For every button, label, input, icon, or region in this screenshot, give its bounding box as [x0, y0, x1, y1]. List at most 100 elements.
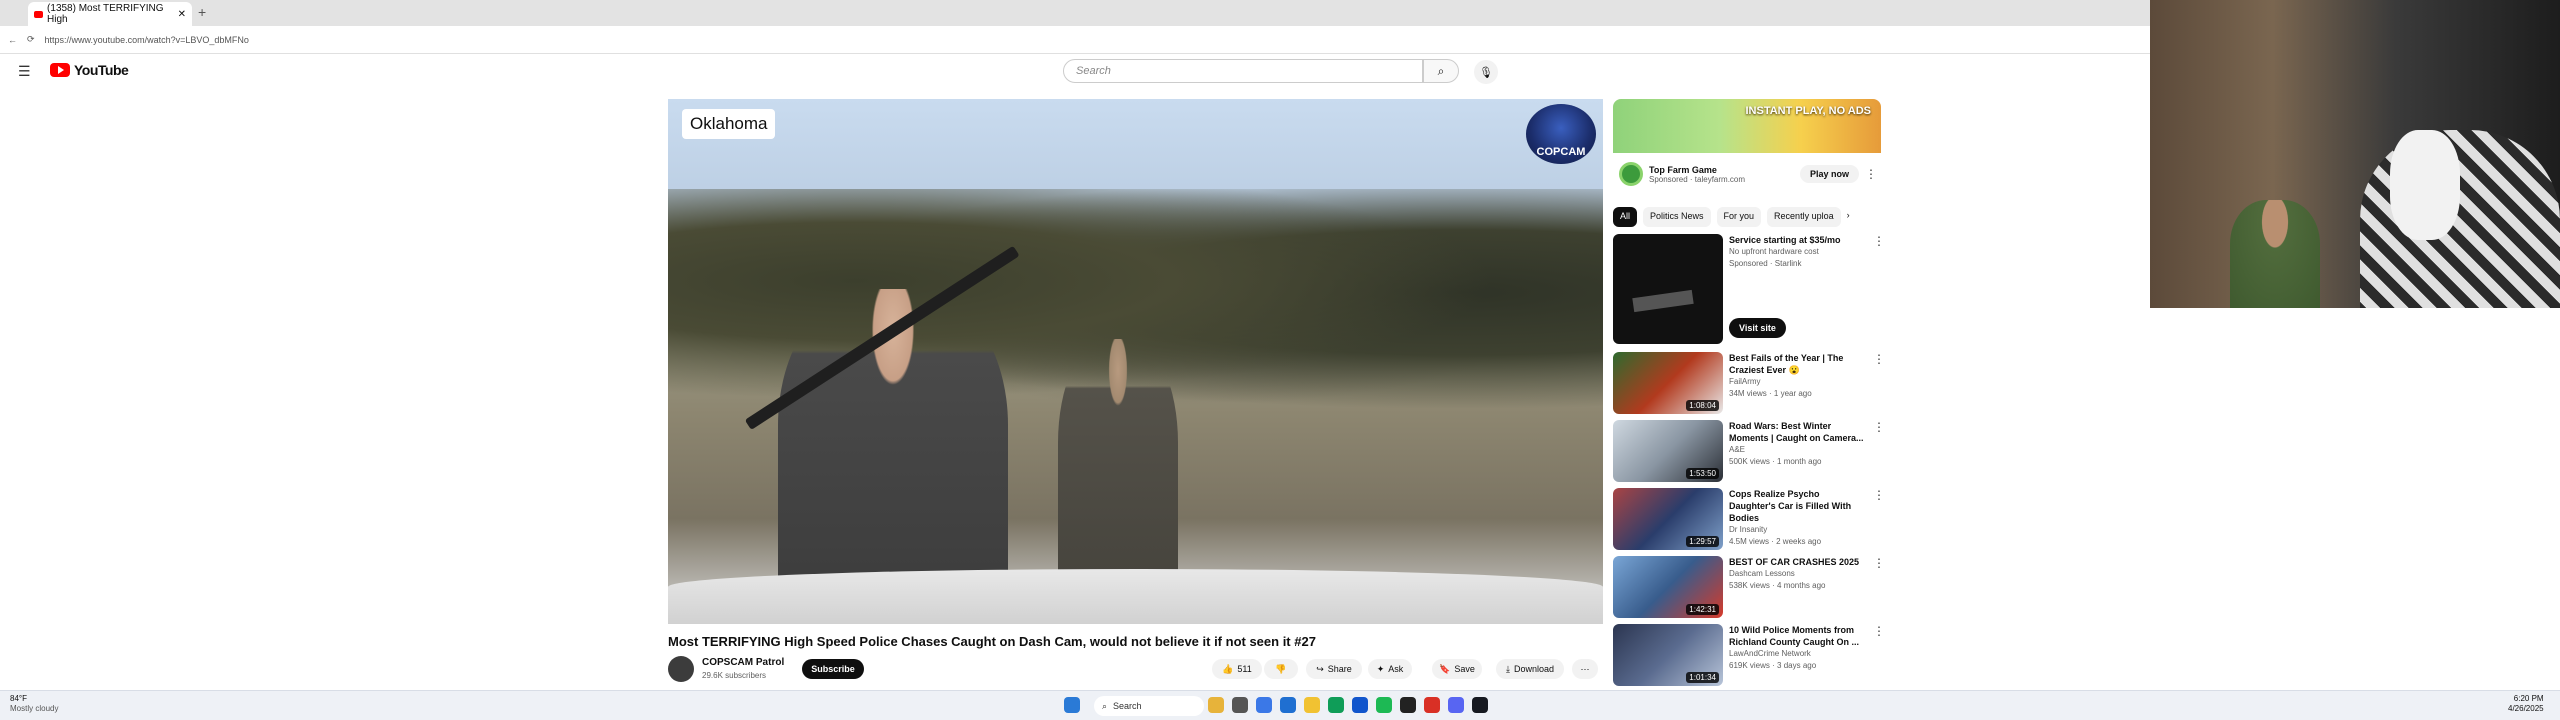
chevron-right-icon[interactable]: › — [1847, 207, 1850, 227]
play-now-button[interactable]: Play now — [1799, 165, 1859, 183]
sparkle-icon: ✦ — [1376, 663, 1385, 674]
spotify-icon[interactable] — [1376, 697, 1392, 713]
search-button[interactable]: ⌕ — [1423, 59, 1459, 83]
thumbnail[interactable] — [1613, 234, 1723, 344]
thumbnail[interactable]: 1:01:34 — [1613, 624, 1723, 686]
thumbs-down-icon: 👎 — [1275, 663, 1287, 674]
reload-icon[interactable]: ⟳ — [27, 34, 35, 45]
voice-search-button[interactable]: 🎙 — [1474, 60, 1498, 84]
discord-icon[interactable] — [1448, 697, 1464, 713]
steam-icon[interactable] — [1472, 697, 1488, 713]
rec-title[interactable]: Road Wars: Best Winter Moments | Caught … — [1729, 420, 1867, 444]
download-icon: ⤓ — [1505, 663, 1510, 674]
chip-recently-uploaded[interactable]: Recently uploa — [1767, 207, 1841, 227]
download-button[interactable]: ⤓ Download — [1496, 659, 1564, 679]
task-view-icon[interactable] — [1232, 697, 1248, 713]
date: 4/26/2025 — [2508, 704, 2544, 713]
search-input[interactable]: Search — [1063, 59, 1423, 83]
download-label: Download — [1513, 664, 1554, 674]
close-tab-icon[interactable]: ✕ — [178, 9, 186, 20]
menu-icon[interactable]: ☰ — [18, 63, 31, 80]
menu-icon[interactable]: ⋮ — [1873, 234, 1885, 344]
weather-condition: Mostly cloudy — [10, 704, 59, 713]
thumbnail[interactable]: 1:08:04 — [1613, 352, 1723, 414]
subscriber-count: 29.6K subscribers — [702, 671, 767, 680]
rec-title[interactable]: 10 Wild Police Moments from Richland Cou… — [1729, 624, 1867, 648]
channel-avatar[interactable] — [668, 656, 694, 682]
ad-info: Top Farm Game Sponsored · taleyfarm.com … — [1613, 153, 1881, 195]
like-button[interactable]: 👍 511 — [1212, 659, 1262, 679]
bookmark-icon: 🔖 — [1439, 663, 1451, 674]
menu-icon[interactable]: ⋮ — [1873, 420, 1885, 482]
visit-site-button[interactable]: Visit site — [1729, 318, 1786, 338]
rec-title[interactable]: Service starting at $35/mo — [1729, 234, 1867, 246]
back-icon[interactable]: ← — [8, 35, 17, 45]
clock[interactable]: 6:20 PM 4/26/2025 — [2508, 694, 2544, 714]
share-label: Share — [1327, 664, 1352, 674]
rec-meta: 500K views · 1 month ago — [1729, 457, 1822, 466]
browser-icon[interactable] — [1328, 697, 1344, 713]
rec-title[interactable]: Cops Realize Psycho Daughter's Car is Fi… — [1729, 488, 1867, 524]
dislike-button[interactable]: 👎 — [1264, 659, 1298, 679]
thumbnail[interactable]: 1:42:31 — [1613, 556, 1723, 618]
thumbnail[interactable]: 1:29:57 — [1613, 488, 1723, 550]
save-button[interactable]: 🔖 Save — [1432, 659, 1482, 679]
list-item[interactable]: 1:29:57 Cops Realize Psycho Daughter's C… — [1613, 488, 1885, 550]
list-item[interactable]: 1:08:04 Best Fails of the Year | The Cra… — [1613, 352, 1885, 414]
rec-title[interactable]: Best Fails of the Year | The Craziest Ev… — [1729, 352, 1867, 376]
list-item[interactable]: 1:01:34 10 Wild Police Moments from Rich… — [1613, 624, 1885, 686]
ask-label: Ask — [1388, 664, 1404, 674]
more-actions-button[interactable]: ⋯ — [1572, 659, 1598, 679]
subscribe-button[interactable]: Subscribe — [802, 659, 864, 679]
ad-banner[interactable]: INSTANT PLAY, NO ADS — [1613, 99, 1881, 153]
browser-tab[interactable]: (1358) Most TERRIFYING High ✕ — [28, 2, 192, 26]
menu-icon[interactable]: ⋮ — [1873, 556, 1885, 618]
menu-icon[interactable]: ⋮ — [1873, 352, 1885, 414]
save-label: Save — [1454, 664, 1475, 674]
url-field[interactable]: https://www.youtube.com/watch?v=LBVO_dbM… — [45, 35, 249, 45]
share-button[interactable]: ↪ Share — [1306, 659, 1362, 679]
app-icon[interactable] — [1424, 697, 1440, 713]
mail-icon[interactable] — [1280, 697, 1296, 713]
ad-menu-icon[interactable]: ⋮ — [1865, 167, 1877, 181]
widgets-icon[interactable] — [1208, 697, 1224, 713]
rec-channel: LawAndCrime Network — [1729, 649, 1811, 658]
ad-title: Top Farm Game — [1649, 164, 1717, 175]
rec-channel: Dashcam Lessons — [1729, 569, 1795, 578]
list-item[interactable]: 1:42:31 BEST OF CAR CRASHES 2025 Dashcam… — [1613, 556, 1885, 618]
taskbar-search[interactable]: ⌕ Search — [1094, 696, 1204, 716]
ask-button[interactable]: ✦ Ask — [1368, 659, 1412, 679]
time: 6:20 PM — [2513, 694, 2544, 703]
ad-card[interactable]: INSTANT PLAY, NO ADS Top Farm Game Spons… — [1613, 99, 1881, 195]
app-icon[interactable] — [1400, 697, 1416, 713]
location-overlay: Oklahoma — [682, 109, 776, 139]
thumbs-up-icon: 👍 — [1222, 663, 1234, 674]
ad-banner-caption: INSTANT PLAY, NO ADS — [1745, 105, 1872, 117]
channel-name[interactable]: COPSCAM Patrol — [702, 657, 784, 668]
copcam-watermark: COPCAM — [1526, 104, 1596, 164]
video-player[interactable] — [668, 99, 1603, 624]
ad-sponsor: Sponsored · taleyfarm.com — [1649, 174, 1746, 184]
list-item[interactable]: 1:53:50 Road Wars: Best Winter Moments |… — [1613, 420, 1885, 482]
thumbnail[interactable]: 1:53:50 — [1613, 420, 1723, 482]
menu-icon[interactable]: ⋮ — [1873, 488, 1885, 550]
weather-widget[interactable]: 84°F Mostly cloudy — [10, 694, 58, 714]
youtube-logo[interactable]: YouTube — [50, 62, 129, 78]
chip-for-you[interactable]: For you — [1716, 207, 1762, 227]
duration-badge: 1:08:04 — [1686, 400, 1719, 411]
video-frame-officer — [1058, 339, 1178, 599]
video-title: Most TERRIFYING High Speed Police Chases… — [668, 634, 1316, 649]
chip-politics-news[interactable]: Politics News — [1643, 207, 1711, 227]
file-explorer-icon[interactable] — [1304, 697, 1320, 713]
video-frame-car-hood — [668, 569, 1603, 624]
list-item[interactable]: Service starting at $35/mo No upfront ha… — [1613, 234, 1885, 344]
rec-meta: 538K views · 4 months ago — [1729, 581, 1826, 590]
start-icon[interactable] — [1064, 697, 1080, 713]
app-icon[interactable] — [1352, 697, 1368, 713]
app-icon[interactable] — [1256, 697, 1272, 713]
menu-icon[interactable]: ⋮ — [1873, 624, 1885, 686]
rec-title[interactable]: BEST OF CAR CRASHES 2025 — [1729, 556, 1867, 568]
taskbar-search-label: Search — [1113, 701, 1142, 711]
chip-all[interactable]: All — [1613, 207, 1638, 227]
new-tab-button[interactable]: + — [198, 4, 206, 20]
